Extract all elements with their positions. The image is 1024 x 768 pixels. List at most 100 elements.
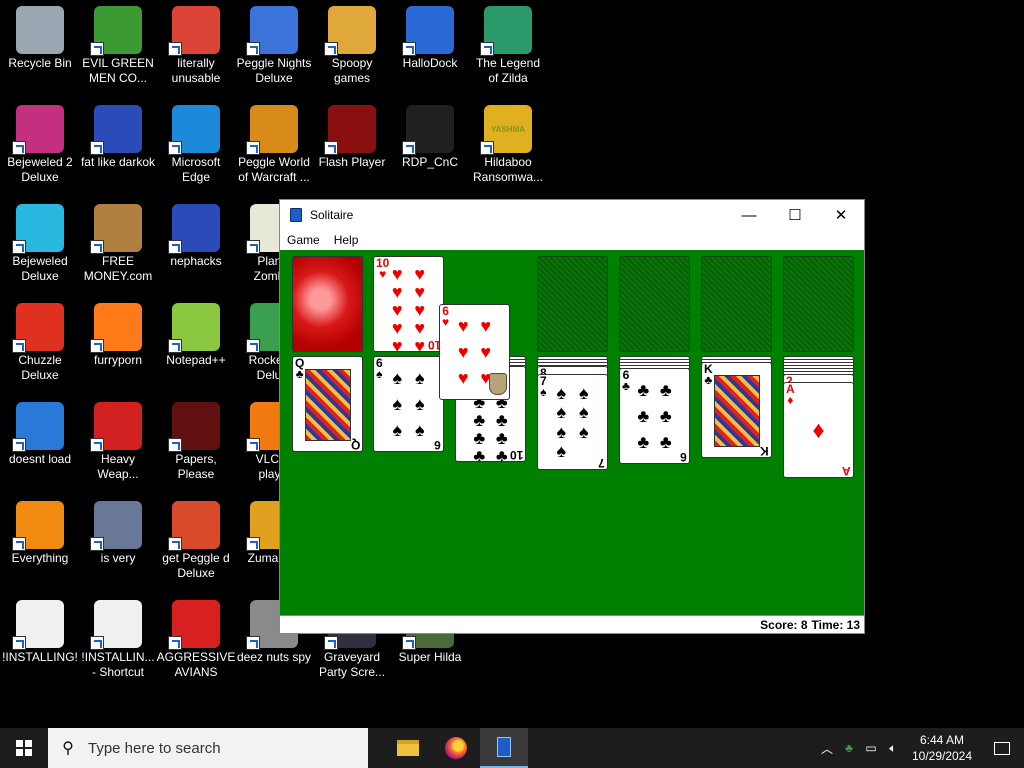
tableau-card[interactable]: A ♦ ♦ A <box>783 382 854 478</box>
foundation-slot-2[interactable] <box>619 256 690 352</box>
desktop-icon[interactable]: doesnt load <box>0 396 80 467</box>
card-rank: Q ♣ <box>295 356 305 381</box>
shortcut-arrow-icon <box>246 339 260 353</box>
desktop-icon[interactable]: Everything <box>0 495 80 566</box>
title-bar[interactable]: Solitaire — ☐ ✕ <box>280 200 864 230</box>
menu-help[interactable]: Help <box>327 233 366 247</box>
desktop-icon[interactable]: FREE MONEY.com <box>78 198 158 284</box>
clock[interactable]: 6:44 AM 10/29/2024 <box>904 732 980 764</box>
minimize-button[interactable]: — <box>726 200 772 230</box>
notifications-button[interactable] <box>980 728 1024 768</box>
desktop-icon[interactable]: is very <box>78 495 158 566</box>
solitaire-window: Solitaire — ☐ ✕ Game Help 10 ♥ ♥ ♥ ♥ ♥ ♥ ♥ ♥ ♥ ♥ ♥… <box>279 199 865 634</box>
shield-icon <box>402 6 454 56</box>
tableau-card[interactable]: Q ♣ Q <box>292 356 363 452</box>
desktop-icon[interactable]: furryporn <box>78 297 158 368</box>
shortcut-arrow-icon <box>246 141 260 155</box>
desktop-icon[interactable]: YASHMA Hildaboo Ransomwa... <box>468 99 548 185</box>
menu-game[interactable]: Game <box>280 233 327 247</box>
shortcut-arrow-icon <box>324 636 338 650</box>
foundation-slot-1[interactable] <box>537 256 608 352</box>
score-label: Score: 8 <box>760 617 808 632</box>
close-button[interactable]: ✕ <box>818 200 864 230</box>
card-rank: K ♣ <box>704 362 713 387</box>
desktop-icon[interactable]: Flash Player <box>312 99 392 170</box>
volume-icon[interactable]: 🔈︎ <box>882 741 904 756</box>
desktop-icon[interactable]: !INSTALLIN... - Shortcut <box>78 594 158 680</box>
maximize-button[interactable]: ☐ <box>772 200 818 230</box>
card-rank: 6 ♥ <box>442 304 450 329</box>
desktop-icon-label: get Peggle d Deluxe <box>162 551 230 580</box>
chevron-up-icon[interactable]: ︿ <box>816 740 838 757</box>
zilda-icon <box>480 6 532 56</box>
desktop-icon-label: Notepad++ <box>166 353 226 367</box>
rdp-icon <box>402 105 454 155</box>
desktop-icon[interactable]: Chuzzle Deluxe <box>0 297 80 383</box>
card-rank-bottom: 10 <box>509 448 523 462</box>
card-pips: ♠ ♠ ♠ ♠ ♠ ♠ <box>392 368 425 440</box>
shortcut-arrow-icon <box>12 438 26 452</box>
desktop-icon[interactable]: Bejeweled Deluxe <box>0 198 80 284</box>
desktop-icon[interactable]: Papers, Please <box>156 396 236 482</box>
desktop-icon-label: Spoopy games <box>331 56 373 85</box>
desktop-icon[interactable]: AGGRESSIVE AVIANS <box>156 594 236 680</box>
clock-time: 6:44 AM <box>919 733 965 747</box>
face-card-art <box>305 369 351 441</box>
card-pips: ♣ ♣ ♣ ♣ ♣ ♣ <box>637 380 672 452</box>
desktop-icon-label: Hildaboo Ransomwa... <box>472 155 544 184</box>
shortcut-arrow-icon <box>90 42 104 56</box>
taskbar-solitaire[interactable] <box>480 728 528 768</box>
shortcut-arrow-icon <box>90 636 104 650</box>
tableau-card[interactable]: K ♣ K <box>701 362 772 458</box>
search-box[interactable]: ⚲ Type here to search <box>48 728 368 768</box>
tableau-card[interactable]: 6 ♣ ♣ ♣ ♣ ♣ ♣ ♣ 6 <box>619 368 690 464</box>
desktop-icon-label: !INSTALLIN... - Shortcut <box>81 650 155 679</box>
desktop-icon-label: !INSTALLING! <box>2 650 78 664</box>
tableau-card[interactable]: 7 ♠ ♠ ♠ ♠ ♠ ♠ ♠ ♠ 7 <box>537 374 608 470</box>
desktop-icon-label: furryporn <box>93 353 143 367</box>
start-button[interactable] <box>0 728 48 768</box>
desktop-icon[interactable]: The Legend of Zilda <box>468 0 548 86</box>
foundation-slot-3[interactable] <box>701 256 772 352</box>
desktop-icon[interactable]: !INSTALLING! <box>0 594 80 665</box>
shortcut-arrow-icon <box>90 141 104 155</box>
network-icon[interactable]: ▭ <box>860 741 882 755</box>
desktop-icon[interactable]: Notepad++ <box>156 297 236 368</box>
clover-icon[interactable]: ♣ <box>838 741 860 755</box>
stock-pile[interactable] <box>292 256 363 352</box>
dragged-card[interactable]: 6 ♥ ♥ ♥ ♥ ♥ ♥ ♥ <box>439 304 510 400</box>
desktop-icon[interactable]: HalloDock <box>390 0 470 71</box>
desktop-icon[interactable]: Spoopy games <box>312 0 392 86</box>
firefox-icon <box>90 303 142 353</box>
desktop-icon-label: FREE MONEY.com <box>83 254 153 283</box>
flash-icon <box>324 105 376 155</box>
desktop-icon[interactable]: Microsoft Edge <box>156 99 236 185</box>
face-card-art <box>714 375 760 447</box>
desktop-icon[interactable]: RDP_CnC <box>390 99 470 170</box>
card-rank: A ♦ <box>786 382 795 407</box>
clock-date: 10/29/2024 <box>911 749 973 763</box>
desktop-icon[interactable]: Heavy Weap... <box>78 396 158 482</box>
desktop-icon[interactable]: Recycle Bin <box>0 0 80 71</box>
desktop-icon[interactable]: EVIL GREEN MEN CO... <box>78 0 158 86</box>
desktop-icon[interactable]: literally unusable <box>156 0 236 86</box>
desktop-icon[interactable]: fat like darkok <box>78 99 158 170</box>
desktop-icon[interactable]: get Peggle d Deluxe <box>156 495 236 581</box>
thunderbird-icon <box>12 402 64 452</box>
desktop-icon[interactable]: Bejeweled 2 Deluxe <box>0 99 80 185</box>
taskbar-file-explorer[interactable] <box>384 728 432 768</box>
tableau-card[interactable]: 6 ♠ ♠ ♠ ♠ ♠ ♠ ♠ 6 <box>373 356 444 452</box>
shortcut-arrow-icon <box>246 636 260 650</box>
desktop-icon[interactable]: Peggle World of Warcraft ... <box>234 99 314 185</box>
desktop-icon[interactable]: nephacks <box>156 198 236 269</box>
search-icon: ⚲ <box>62 740 74 757</box>
desktop-icon-label: Peggle Nights Deluxe <box>236 56 312 85</box>
shortcut-arrow-icon <box>12 339 26 353</box>
waste-card[interactable]: 10 ♥ ♥ ♥ ♥ ♥ ♥ ♥ ♥ ♥ ♥ ♥ 10 <box>373 256 444 352</box>
card-rank-bottom: K <box>760 444 769 458</box>
foundation-slot-4[interactable] <box>783 256 854 352</box>
taskbar-firefox[interactable] <box>432 728 480 768</box>
card-rank-bottom: 6 <box>680 450 687 464</box>
desktop-icon[interactable]: Peggle Nights Deluxe <box>234 0 314 86</box>
shortcut-arrow-icon <box>168 339 182 353</box>
